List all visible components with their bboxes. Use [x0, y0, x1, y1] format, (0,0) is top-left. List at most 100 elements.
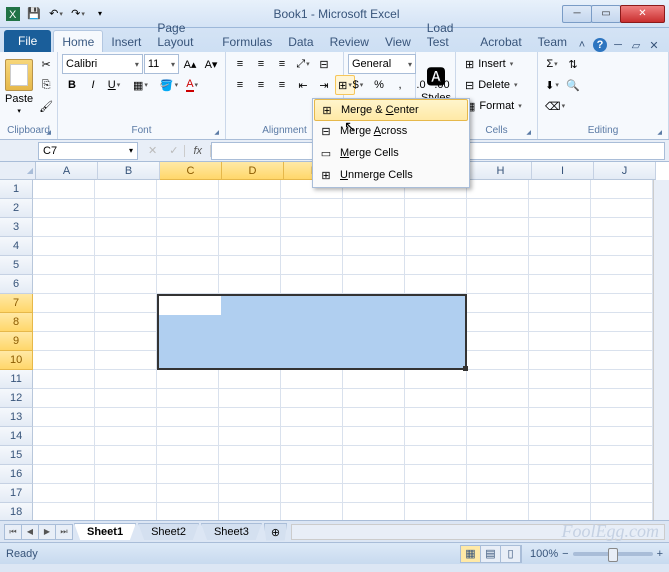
bold-button[interactable]: B	[62, 75, 82, 95]
col-head-D[interactable]: D	[222, 162, 284, 180]
row-head-8[interactable]: 8	[0, 313, 33, 332]
row-head-14[interactable]: 14	[0, 427, 33, 446]
page-break-view-icon[interactable]: ▯	[501, 546, 521, 562]
autosum-button[interactable]: Σ	[542, 54, 562, 74]
merge-and-center-item[interactable]: ⊞ Merge & Center	[314, 99, 468, 121]
row-head-12[interactable]: 12	[0, 389, 33, 408]
row-head-16[interactable]: 16	[0, 465, 33, 484]
maximize-button[interactable]: ▭	[591, 5, 621, 23]
underline-button[interactable]: U	[104, 75, 124, 95]
sub-close-icon[interactable]: ✕	[647, 38, 661, 52]
tab-home[interactable]: Home	[53, 30, 103, 52]
tab-formulas[interactable]: Formulas	[214, 31, 280, 52]
font-size-combo[interactable]: 11▾	[144, 54, 179, 74]
row-head-13[interactable]: 13	[0, 408, 33, 427]
tab-view[interactable]: View	[377, 31, 419, 52]
col-head-H[interactable]: H	[470, 162, 532, 180]
row-head-4[interactable]: 4	[0, 237, 33, 256]
fill-color-button[interactable]: 🪣	[157, 75, 181, 95]
tab-load-test[interactable]: Load Test	[419, 17, 473, 52]
col-head-I[interactable]: I	[532, 162, 594, 180]
delete-cells-button[interactable]: ⊟Delete▾	[460, 75, 533, 95]
sub-restore-icon[interactable]: ▱	[629, 38, 643, 52]
font-name-combo[interactable]: Calibri▾	[62, 54, 143, 74]
zoom-level[interactable]: 100%	[530, 548, 558, 560]
border-button[interactable]: ▦	[130, 75, 151, 95]
row-head-6[interactable]: 6	[0, 275, 33, 294]
minimize-ribbon-icon[interactable]: ˄	[575, 38, 589, 52]
prev-sheet-button[interactable]: ◀	[21, 524, 39, 540]
qat-customize[interactable]: ▾	[90, 5, 110, 23]
format-painter-button[interactable]: 🖌	[36, 96, 56, 116]
merge-across-item[interactable]: ⊟ Merge Across	[314, 120, 468, 142]
help-icon[interactable]: ?	[593, 38, 607, 52]
row-head-18[interactable]: 18	[0, 503, 33, 520]
align-left-button[interactable]: ≡	[230, 75, 250, 95]
font-color-button[interactable]: A	[182, 75, 202, 95]
wrap-text-button[interactable]: ⊟	[314, 54, 334, 74]
unmerge-cells-item[interactable]: ⊞ Unmerge Cells	[314, 164, 468, 186]
find-select-button[interactable]: 🔍	[563, 75, 583, 95]
percent-button[interactable]: %	[369, 75, 389, 95]
col-head-C[interactable]: C	[160, 162, 222, 180]
file-tab[interactable]: File	[4, 30, 51, 52]
view-buttons[interactable]: ▦ ▤ ▯	[460, 545, 522, 563]
vertical-scrollbar[interactable]	[653, 180, 669, 520]
row-headers[interactable]: 123456789101112131415161718	[0, 180, 33, 520]
accounting-format-button[interactable]: $	[348, 75, 368, 95]
fx-icon[interactable]: fx	[184, 145, 211, 157]
merge-cells-item[interactable]: ▭ Merge Cells	[314, 142, 468, 164]
fill-handle[interactable]	[463, 366, 468, 371]
row-head-3[interactable]: 3	[0, 218, 33, 237]
minimize-button[interactable]: ─	[562, 5, 592, 23]
row-head-2[interactable]: 2	[0, 199, 33, 218]
save-button[interactable]: 💾	[24, 5, 44, 23]
name-box[interactable]: C7▾	[38, 142, 138, 160]
tab-acrobat[interactable]: Acrobat	[472, 31, 529, 52]
sort-filter-button[interactable]: ⇅	[563, 54, 583, 74]
row-head-5[interactable]: 5	[0, 256, 33, 275]
increase-indent-button[interactable]: ⇥	[314, 75, 334, 95]
close-button[interactable]: ✕	[620, 5, 665, 23]
number-format-combo[interactable]: General▾	[348, 54, 416, 74]
sub-minimize-icon[interactable]: ─	[611, 38, 625, 52]
row-head-1[interactable]: 1	[0, 180, 33, 199]
tab-page-layout[interactable]: Page Layout	[149, 17, 214, 52]
italic-button[interactable]: I	[83, 75, 103, 95]
copy-button[interactable]: ⎘	[36, 75, 56, 95]
align-top-button[interactable]: ≡	[230, 54, 250, 74]
tab-team[interactable]: Team	[530, 31, 575, 52]
sheet-tab-1[interactable]: Sheet1	[74, 523, 136, 540]
zoom-out-button[interactable]: −	[562, 548, 568, 560]
tab-review[interactable]: Review	[322, 31, 377, 52]
tab-data[interactable]: Data	[280, 31, 321, 52]
insert-cells-button[interactable]: ⊞Insert▾	[460, 54, 533, 74]
sheet-tab-3[interactable]: Sheet3	[201, 523, 262, 540]
row-head-7[interactable]: 7	[0, 294, 33, 313]
last-sheet-button[interactable]: ⏭	[55, 524, 73, 540]
row-head-17[interactable]: 17	[0, 484, 33, 503]
col-head-B[interactable]: B	[98, 162, 160, 180]
align-bottom-button[interactable]: ≡	[272, 54, 292, 74]
align-center-button[interactable]: ≡	[251, 75, 271, 95]
sheet-tab-2[interactable]: Sheet2	[138, 523, 199, 540]
align-right-button[interactable]: ≡	[272, 75, 292, 95]
new-sheet-button[interactable]: ⊕	[264, 523, 287, 541]
clear-button[interactable]: ⌫	[542, 96, 568, 116]
decrease-indent-button[interactable]: ⇤	[293, 75, 313, 95]
page-layout-view-icon[interactable]: ▤	[481, 546, 501, 562]
row-head-11[interactable]: 11	[0, 370, 33, 389]
comma-button[interactable]: ,	[390, 75, 410, 95]
tab-insert[interactable]: Insert	[103, 31, 149, 52]
align-middle-button[interactable]: ≡	[251, 54, 271, 74]
decrease-font-button[interactable]: A▾	[201, 54, 221, 74]
format-cells-button[interactable]: ▦Format▾	[460, 96, 533, 116]
first-sheet-button[interactable]: ⏮	[4, 524, 22, 540]
col-head-J[interactable]: J	[594, 162, 656, 180]
normal-view-icon[interactable]: ▦	[461, 546, 481, 562]
zoom-slider[interactable]	[573, 552, 653, 556]
row-head-10[interactable]: 10	[0, 351, 33, 370]
orientation-button[interactable]: ⤢	[293, 54, 313, 74]
select-all-corner[interactable]	[0, 162, 36, 180]
undo-button[interactable]: ↶	[46, 5, 66, 23]
